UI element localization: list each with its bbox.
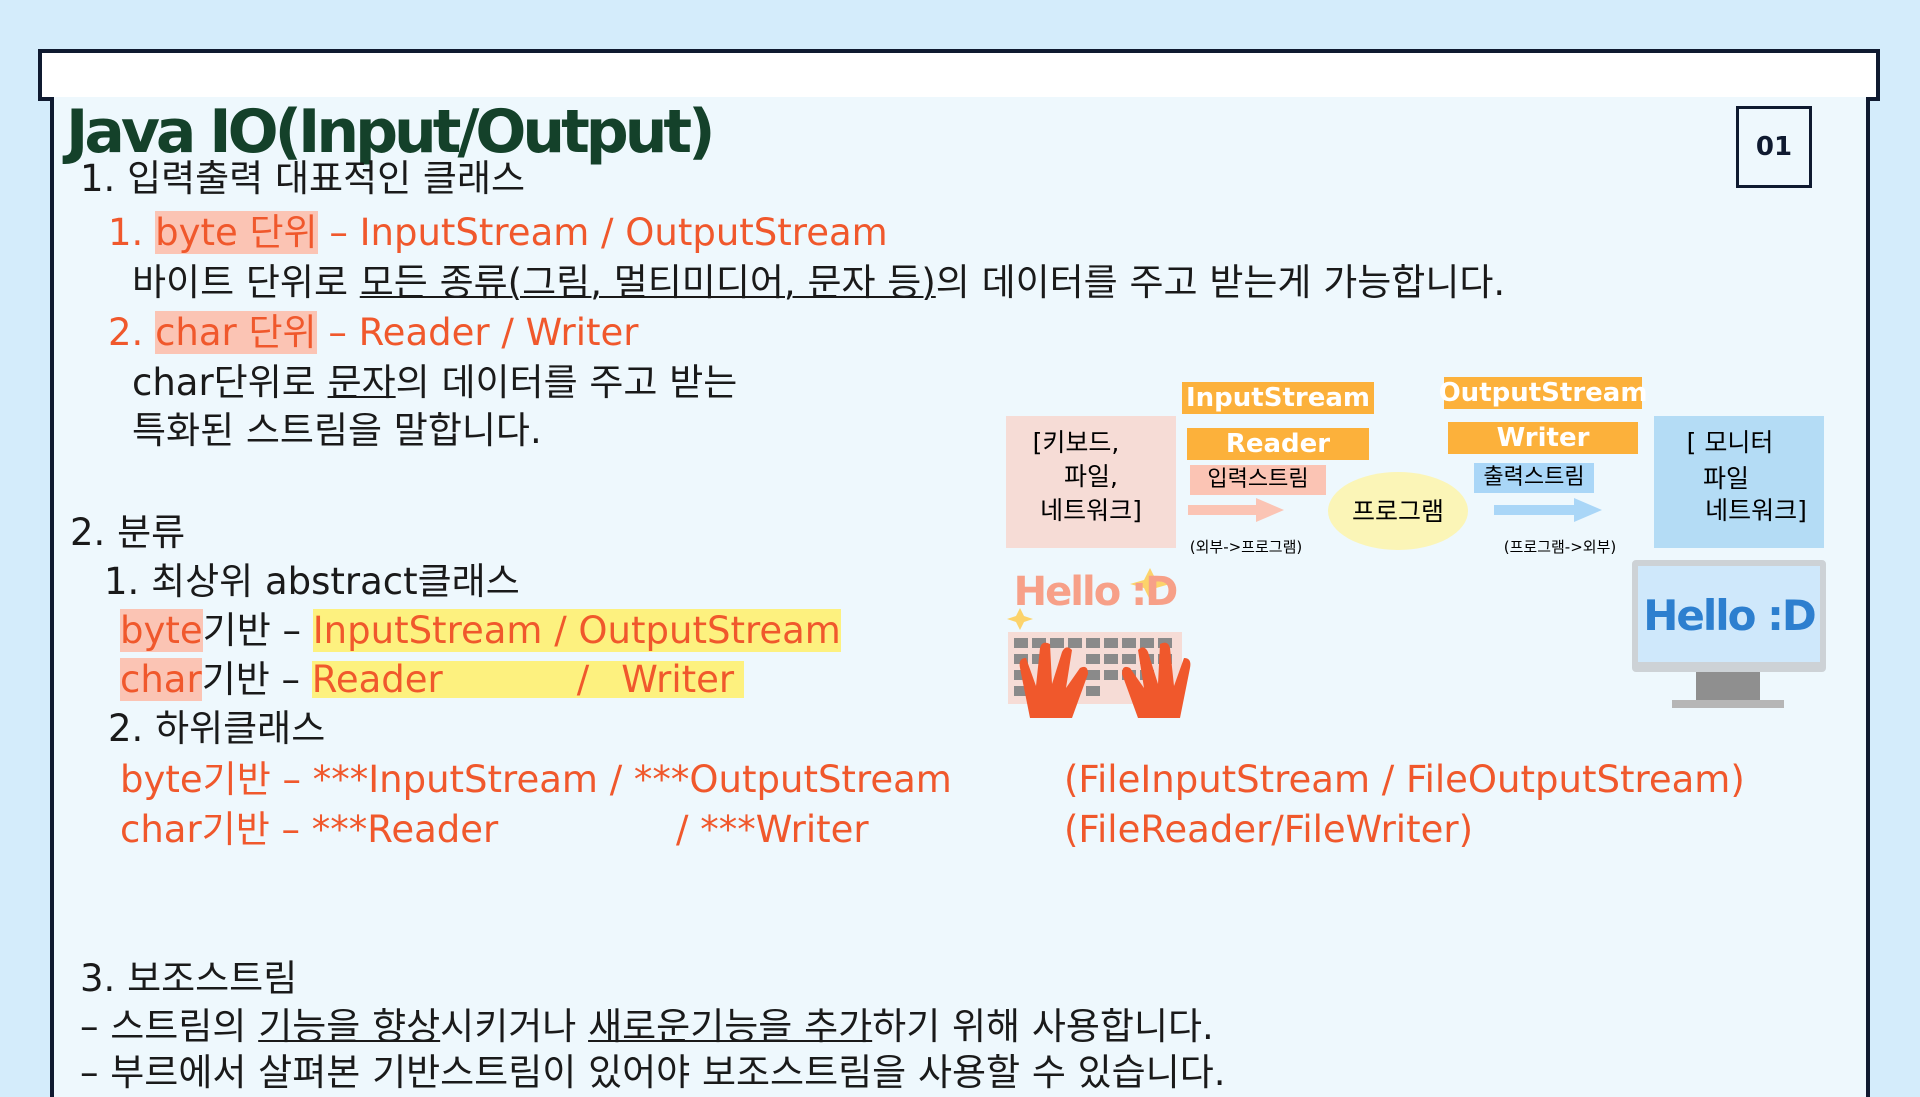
section3-heading: 3. 보조스트림 (80, 957, 298, 1000)
source-line-3: 네트워크] (1040, 495, 1142, 525)
section1-heading: 1. 입력출력 대표적인 클래스 (80, 157, 526, 200)
monitor-hello-text: Hello :D (1643, 591, 1817, 640)
char-rest: 기반 – (201, 658, 312, 701)
diagram-program-node: 프로그램 (1328, 472, 1468, 550)
item1-desc-part: 의 데이터를 주고 받는게 가능합니다. (935, 261, 1506, 304)
item2-line: 2. char 단위 – Reader / Writer (108, 311, 639, 354)
source-line-2: 파일, (1064, 461, 1118, 491)
dest-line-2: 파일 (1702, 463, 1749, 493)
item2-desc-part: 의 데이터를 주고 받는 (395, 361, 738, 404)
item1-separator: – (329, 211, 348, 254)
item2-desc-underlined: 문자 (327, 361, 396, 404)
section3-line1: – 스트림의 기능을 향상시키거나 새로운기능을 추가하기 위해 사용합니다. (80, 1008, 1214, 1045)
diagram-outputstream-label: OutputStream (1438, 377, 1648, 409)
subclass-char-writer: / ***Writer (676, 808, 869, 851)
section2-heading: 2. 분류 (70, 511, 186, 554)
item2-description: char단위로 문자의 데이터를 주고 받는 (132, 364, 737, 401)
item2-desc-part: char단위로 (132, 361, 328, 404)
s3-underlined: 기능을 향상 (258, 1005, 441, 1048)
char-slash: / (576, 658, 590, 701)
subclass-char-row: char기반 – ***Reader (120, 808, 499, 851)
char-reader: Reader (311, 658, 443, 701)
item1-description: 바이트 단위로 모든 종류(그림, 멀티미디어, 문자 등)의 데이터를 주고 … (132, 264, 1505, 301)
item2-number: 2. (108, 311, 144, 354)
char-base-row: char기반 – Reader / Writer (120, 658, 744, 701)
source-line-1: [키보드, (1032, 427, 1120, 457)
page-title: Java IO(Input/Output) (66, 97, 716, 167)
char-classes: Reader / Writer (311, 658, 744, 701)
s3-underlined: 새로운기능을 추가 (588, 1005, 873, 1048)
item1-desc-underlined: 모든 종류(그림, 멀티미디어, 문자 등) (359, 261, 936, 304)
diagram-output-direction: (프로그램->외부) (1503, 537, 1617, 556)
char-label: char (120, 658, 202, 701)
s3-part: 시키거나 (440, 1005, 589, 1048)
item2-label: char 단위 (155, 311, 317, 354)
item1-line: 1. byte 단위 – InputStream / OutputStream (108, 211, 888, 254)
item1-number: 1. (108, 211, 144, 254)
item2-classes: Reader / Writer (358, 311, 639, 354)
subclass-char-examples: (FileReader/FileWriter) (1064, 808, 1474, 851)
output-arrow-icon (1494, 498, 1602, 522)
keyboard-hello-text: Hello :D (1013, 569, 1179, 615)
byte-label: byte (120, 609, 203, 652)
s3-part: – 스트림의 (80, 1005, 259, 1048)
byte-base-row: byte기반 – InputStream / OutputStream (120, 609, 841, 652)
diagram-reader-label: Reader (1187, 428, 1369, 460)
diagram-writer-label: Writer (1448, 422, 1638, 454)
item2-description-line2: 특화된 스트림을 말합니다. (132, 409, 542, 452)
top-bar (38, 49, 1880, 101)
item1-desc-part: 바이트 단위로 (132, 261, 360, 304)
section3-line2: – 부르에서 살펴본 기반스트림이 있어야 보조스트림을 사용할 수 있습니다. (80, 1051, 1226, 1094)
diagram-output-stream-text: 출력스트림 (1474, 463, 1594, 493)
diagram-input-stream-text: 입력스트림 (1190, 465, 1326, 495)
subclass-byte-examples: (FileInputStream / FileOutputStream) (1064, 758, 1745, 801)
item2-separator: – (328, 311, 347, 354)
diagram-inputstream-label: InputStream (1182, 382, 1374, 414)
dest-line-1: [ 모니터 (1686, 427, 1774, 457)
monitor-stand (1696, 672, 1760, 700)
item1-classes: InputStream / OutputStream (359, 211, 888, 254)
input-arrow-icon (1188, 498, 1284, 522)
monitor-base (1672, 700, 1784, 708)
section2-sub1: 1. 최상위 abstract클래스 (104, 560, 520, 603)
char-writer: Writer (621, 658, 735, 701)
section2-sub2: 2. 하위클래스 (108, 707, 326, 750)
page-number-badge: 01 (1736, 106, 1812, 188)
byte-rest: 기반 – (202, 609, 313, 652)
subclass-byte-row: byte기반 – ***InputStream / ***OutputStrea… (120, 758, 952, 801)
dest-line-3: 네트워크] (1705, 495, 1807, 525)
byte-classes: InputStream / OutputStream (312, 609, 841, 652)
s3-part: 하기 위해 사용합니다. (872, 1005, 1214, 1048)
item1-label: byte 단위 (155, 211, 318, 254)
